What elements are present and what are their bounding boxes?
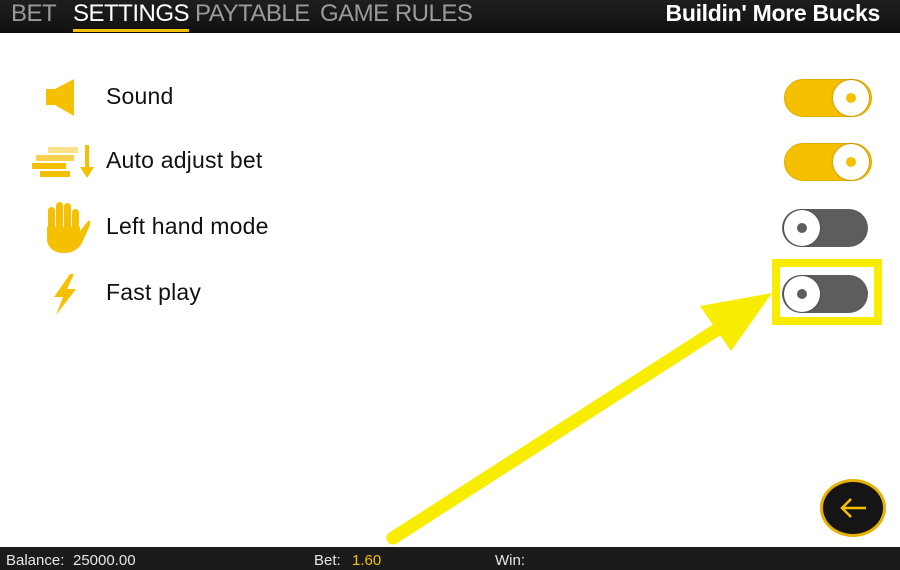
balance-label: Balance: xyxy=(6,552,65,569)
bet-label: Bet: xyxy=(314,552,341,569)
fast-play-toggle[interactable] xyxy=(782,275,868,313)
setting-row-sound: Sound xyxy=(0,67,900,127)
toggle-knob xyxy=(784,276,820,312)
top-nav-bar: BET SETTINGS PAYTABLE GAME RULES Buildin… xyxy=(0,0,900,33)
back-button[interactable] xyxy=(820,479,886,537)
game-title: Buildin' More Bucks xyxy=(665,0,881,26)
tab-settings[interactable]: SETTINGS xyxy=(73,0,190,33)
auto-adjust-bet-toggle[interactable] xyxy=(784,143,872,181)
toggle-knob xyxy=(784,210,820,246)
balance-value: 25000.00 xyxy=(73,552,136,569)
speaker-icon xyxy=(30,67,100,127)
sound-toggle[interactable] xyxy=(784,79,872,117)
lightning-icon xyxy=(30,263,100,323)
auto-adjust-bet-icon xyxy=(30,131,100,191)
arrow-left-icon xyxy=(840,498,866,518)
status-bar: Balance: 25000.00 Bet: 1.60 Win: xyxy=(0,547,900,570)
hand-icon xyxy=(30,197,100,257)
setting-label-auto-adjust-bet: Auto adjust bet xyxy=(106,147,263,173)
toggle-knob xyxy=(833,144,869,180)
setting-row-left-hand-mode: Left hand mode xyxy=(0,197,900,257)
setting-label-left-hand-mode: Left hand mode xyxy=(106,213,269,239)
setting-label-sound: Sound xyxy=(106,83,174,109)
tab-game-rules[interactable]: GAME RULES xyxy=(320,0,473,33)
setting-label-fast-play: Fast play xyxy=(106,279,202,305)
toggle-knob xyxy=(833,80,869,116)
setting-row-auto-adjust-bet: Auto adjust bet xyxy=(0,131,900,191)
tab-paytable[interactable]: PAYTABLE xyxy=(195,0,310,33)
win-label: Win: xyxy=(495,552,525,569)
setting-row-fast-play: Fast play xyxy=(0,263,900,323)
tab-bet[interactable]: BET xyxy=(11,0,57,33)
left-hand-mode-toggle[interactable] xyxy=(782,209,868,247)
bet-value: 1.60 xyxy=(352,552,382,569)
